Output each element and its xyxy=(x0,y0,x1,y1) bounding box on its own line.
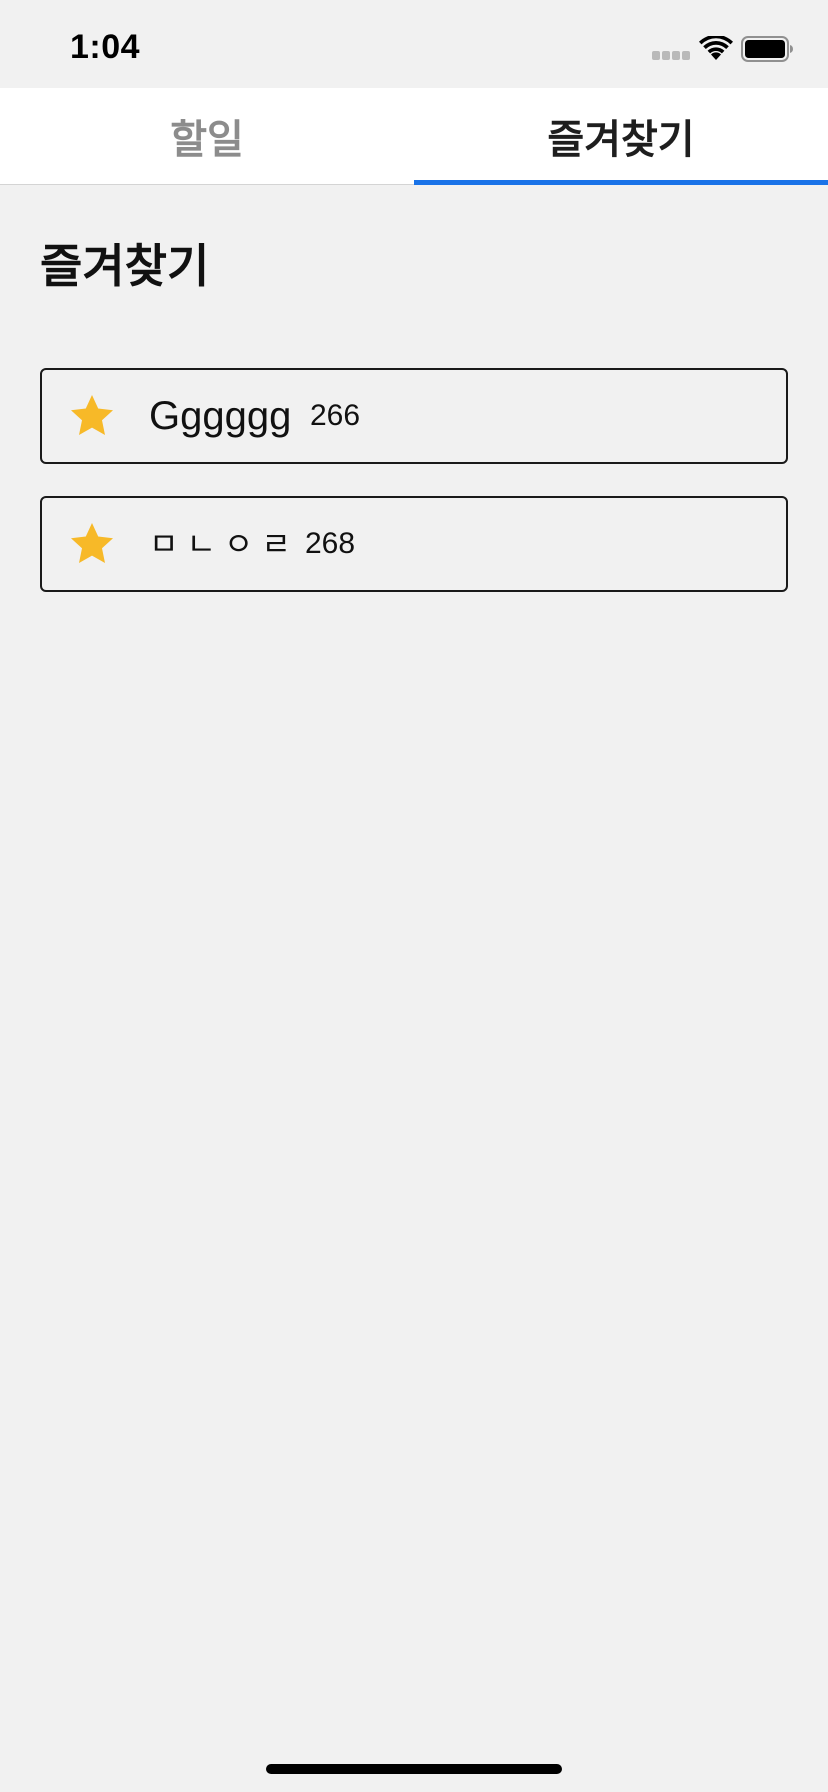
page-title: 즐겨찾기 xyxy=(40,239,210,293)
star-icon[interactable] xyxy=(68,392,116,440)
favorite-name: Gggggg xyxy=(149,394,292,438)
favorite-count: 266 xyxy=(310,399,361,432)
battery-icon xyxy=(741,36,793,62)
wifi-icon xyxy=(699,36,733,60)
favorite-item[interactable]: Gggggg 266 xyxy=(40,368,788,464)
tab-todo[interactable]: 할일 xyxy=(0,88,414,184)
status-bar: 1:04 xyxy=(0,0,828,88)
tab-selected-indicator xyxy=(414,180,828,185)
star-icon[interactable] xyxy=(68,520,116,568)
tab-bar: 할일 즐겨찾기 xyxy=(0,88,828,185)
signal-icon xyxy=(652,51,692,61)
screen: 1:04 할일 즐겨찾기 즐겨찾기 Gggggg 266 ㅁㄴㅇㄹ 268 xyxy=(0,0,828,1792)
tab-favorites[interactable]: 즐겨찾기 xyxy=(414,88,828,184)
favorite-item[interactable]: ㅁㄴㅇㄹ 268 xyxy=(40,496,788,592)
favorites-list: Gggggg 266 ㅁㄴㅇㄹ 268 xyxy=(40,368,788,624)
favorite-name: ㅁㄴㅇㄹ xyxy=(149,526,299,562)
home-indicator[interactable] xyxy=(266,1764,562,1774)
status-time: 1:04 xyxy=(70,28,141,66)
favorite-count: 268 xyxy=(305,527,356,560)
